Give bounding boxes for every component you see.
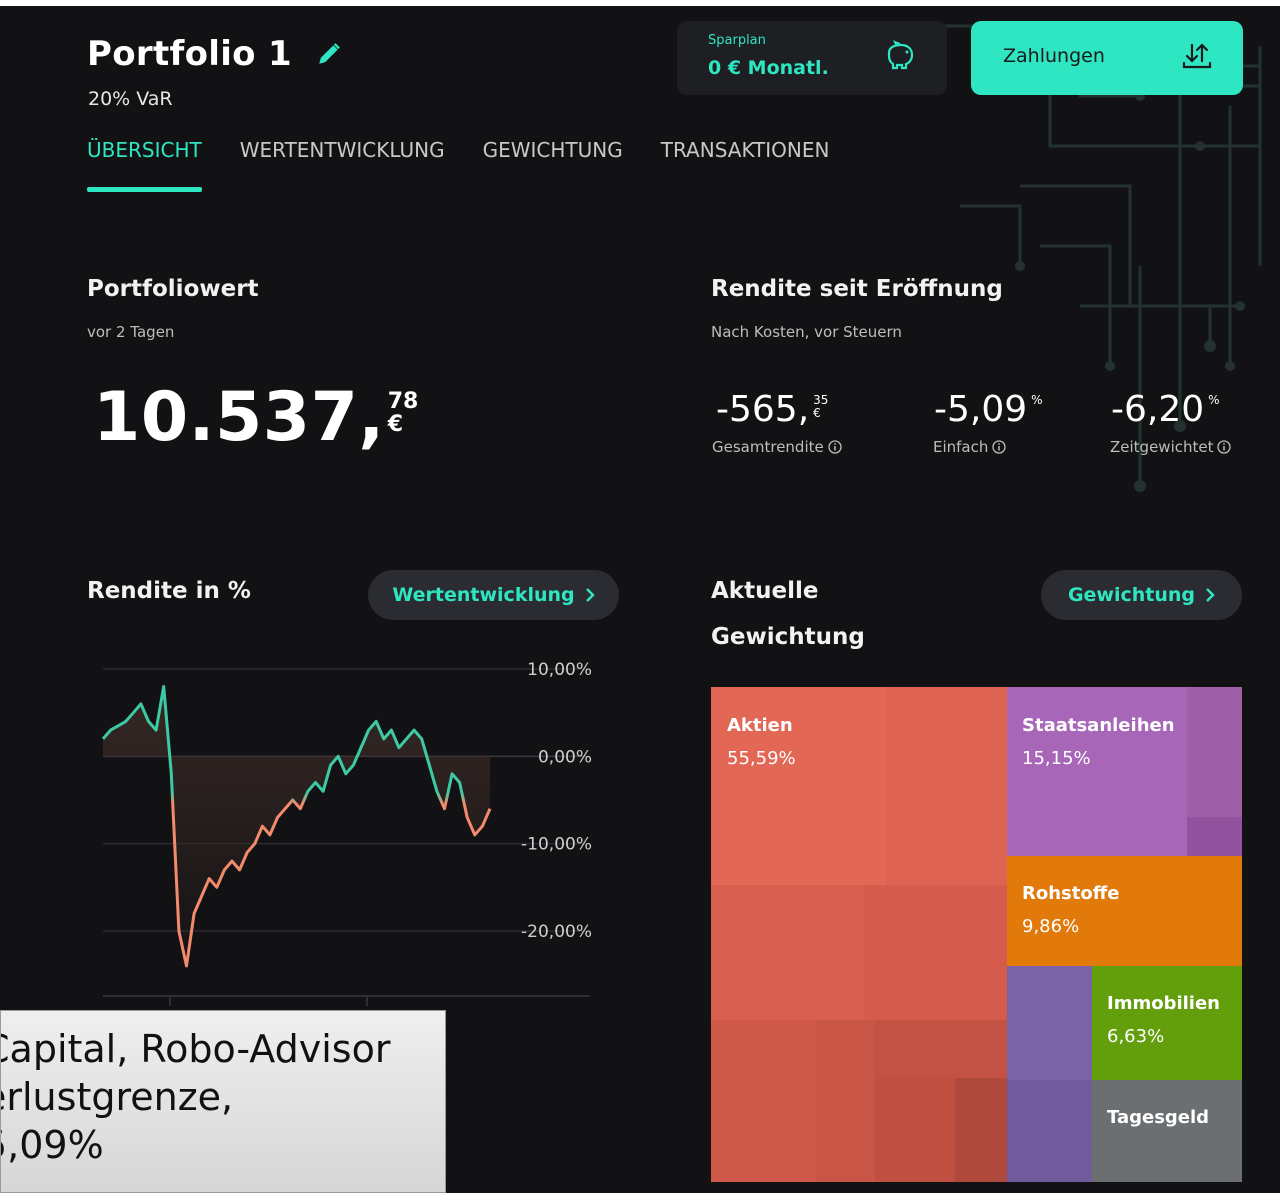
info-icon[interactable] xyxy=(992,440,1007,454)
total-return-label: Gesamtrendite xyxy=(712,438,824,456)
total-return-unit: € xyxy=(813,406,821,421)
sparplan-label: Sparplan xyxy=(708,33,766,48)
treemap-tile-other[interactable] xyxy=(1007,966,1092,1080)
sparplan-value: 0 € Monatl. xyxy=(708,57,829,79)
time-weighted-return-unit: % xyxy=(1208,393,1220,407)
sparplan-button[interactable]: Sparplan 0 € Monatl. xyxy=(677,21,947,95)
treemap-tile-aktien[interactable] xyxy=(816,1020,875,1182)
treemap-tile-aktien[interactable] xyxy=(711,1020,816,1182)
time-weighted-return-label: Zeitgewichtet xyxy=(1110,438,1214,456)
portfolio-value: 10.537, 78 € xyxy=(93,384,418,452)
portfolio-value-cents: 78 xyxy=(387,389,419,414)
allocation-heading-line2: Gewichtung xyxy=(711,624,865,650)
series-area xyxy=(103,686,490,966)
treemap-label-staatsanleihen: Staatsanleihen 15,15% xyxy=(1022,715,1175,769)
simple-return-label: Einfach xyxy=(933,438,989,456)
allocation-heading-line1: Aktuelle xyxy=(711,578,819,604)
caption-line: 5,09% xyxy=(1,1123,104,1167)
portfolio-value-currency: € xyxy=(387,412,404,438)
portfolio-value-heading: Portfoliowert xyxy=(87,276,259,302)
treemap-label-immobilien: Immobilien 6,63% xyxy=(1107,993,1220,1047)
treemap-name: Immobilien xyxy=(1107,993,1220,1014)
tab-gewichtung[interactable]: GEWICHTUNG xyxy=(483,138,623,192)
chevron-right-icon xyxy=(585,588,595,602)
y-tick-label: 0,00% xyxy=(538,747,592,767)
y-tick-label: -20,00% xyxy=(521,922,592,942)
tab-wertentwicklung[interactable]: WERTENTWICKLUNG xyxy=(240,138,445,192)
total-return-metric: -565, 35 € Gesamtrendite xyxy=(712,389,842,456)
pencil-icon[interactable] xyxy=(316,41,342,67)
treemap-tile-aktien[interactable] xyxy=(875,1078,955,1182)
chevron-right-icon xyxy=(1206,588,1215,602)
caption-line: Capital, Robo-Advisor xyxy=(0,1027,391,1071)
payments-label: Zahlungen xyxy=(1003,45,1105,67)
treemap-percent: 6,63% xyxy=(1107,1026,1165,1047)
gewichtung-button-label: Gewichtung xyxy=(1067,584,1196,606)
performance-line-chart: 10,00% 0,00% -10,00% -20,00% xyxy=(101,660,592,1006)
payments-button[interactable]: Zahlungen xyxy=(971,21,1243,95)
treemap-percent: 15,15% xyxy=(1022,748,1091,769)
y-tick-label: -10,00% xyxy=(521,835,592,855)
tab-bar: ÜBERSICHT WERTENTWICKLUNG GEWICHTUNG TRA… xyxy=(87,138,829,192)
treemap-percent: 9,86% xyxy=(1022,916,1080,937)
simple-return-unit: % xyxy=(1031,393,1043,407)
portfolio-value-integer: 10.537, xyxy=(93,378,385,457)
treemap-tile-tagesgeld[interactable] xyxy=(1092,1080,1242,1182)
treemap-tile-staatsanleihen[interactable] xyxy=(1187,687,1242,817)
performance-heading: Rendite in % xyxy=(87,578,251,604)
simple-return-value: -5,09 xyxy=(934,389,1028,430)
treemap-name: Rohstoffe xyxy=(1022,883,1120,904)
treemap-tile-staatsanleihen[interactable] xyxy=(1187,817,1242,856)
treemap-label-tagesgeld: Tagesgeld xyxy=(1107,1107,1209,1128)
treemap-name: Tagesgeld xyxy=(1107,1107,1210,1128)
info-icon[interactable] xyxy=(828,440,842,454)
total-return-value: -565, xyxy=(716,389,810,430)
info-icon[interactable] xyxy=(1217,440,1232,454)
treemap-percent: 55,59% xyxy=(727,748,796,769)
treemap-tile-aktien[interactable] xyxy=(886,687,1007,885)
caption-line: erlustgrenze, xyxy=(0,1075,234,1119)
time-weighted-return-value: -6,20 xyxy=(1111,389,1205,430)
portfolio-header: Portfolio 1 xyxy=(87,34,342,74)
returns-subtitle: Nach Kosten, vor Steuern xyxy=(711,323,902,341)
caption-overlay: Capital, Robo-Advisor erlustgrenze, 5,09… xyxy=(0,1010,446,1193)
treemap-tile-other[interactable] xyxy=(1007,1080,1092,1182)
treemap-name: Aktien xyxy=(727,715,793,736)
portfolio-title: Portfolio 1 xyxy=(87,34,292,74)
wertentwicklung-button[interactable]: Wertentwicklung xyxy=(368,570,619,620)
treemap-label-aktien: Aktien 55,59% xyxy=(727,715,796,769)
transfer-arrows-icon xyxy=(1182,43,1212,69)
treemap-tile-aktien[interactable] xyxy=(875,1020,1007,1078)
time-weighted-return-metric: -6,20 % Zeitgewichtet xyxy=(1110,389,1232,456)
treemap-tile-staatsanleihen[interactable] xyxy=(1007,687,1187,856)
returns-heading: Rendite seit Eröffnung xyxy=(711,276,1003,302)
treemap-tile-aktien[interactable] xyxy=(955,1078,1007,1182)
treemap-tile-aktien[interactable] xyxy=(864,885,1007,1020)
treemap-tile-aktien[interactable] xyxy=(711,885,864,1020)
treemap-label-rohstoffe: Rohstoffe 9,86% xyxy=(1022,883,1120,937)
allocation-treemap: Aktien 55,59% Staatsanleihen 15,15% Rohs… xyxy=(711,687,1242,1182)
tab-uebersicht[interactable]: ÜBERSICHT xyxy=(87,138,202,192)
risk-level-label: 20% VaR xyxy=(88,88,173,110)
tab-transaktionen[interactable]: TRANSAKTIONEN xyxy=(661,138,830,192)
simple-return-metric: -5,09 % Einfach xyxy=(933,389,1043,457)
portfolio-value-subtitle: vor 2 Tagen xyxy=(87,323,175,341)
y-tick-label: 10,00% xyxy=(527,660,592,680)
treemap-name: Staatsanleihen xyxy=(1022,715,1175,736)
gewichtung-button[interactable]: Gewichtung xyxy=(1041,570,1242,620)
wertentwicklung-button-label: Wertentwicklung xyxy=(392,584,575,606)
piggy-bank-icon xyxy=(887,40,914,70)
